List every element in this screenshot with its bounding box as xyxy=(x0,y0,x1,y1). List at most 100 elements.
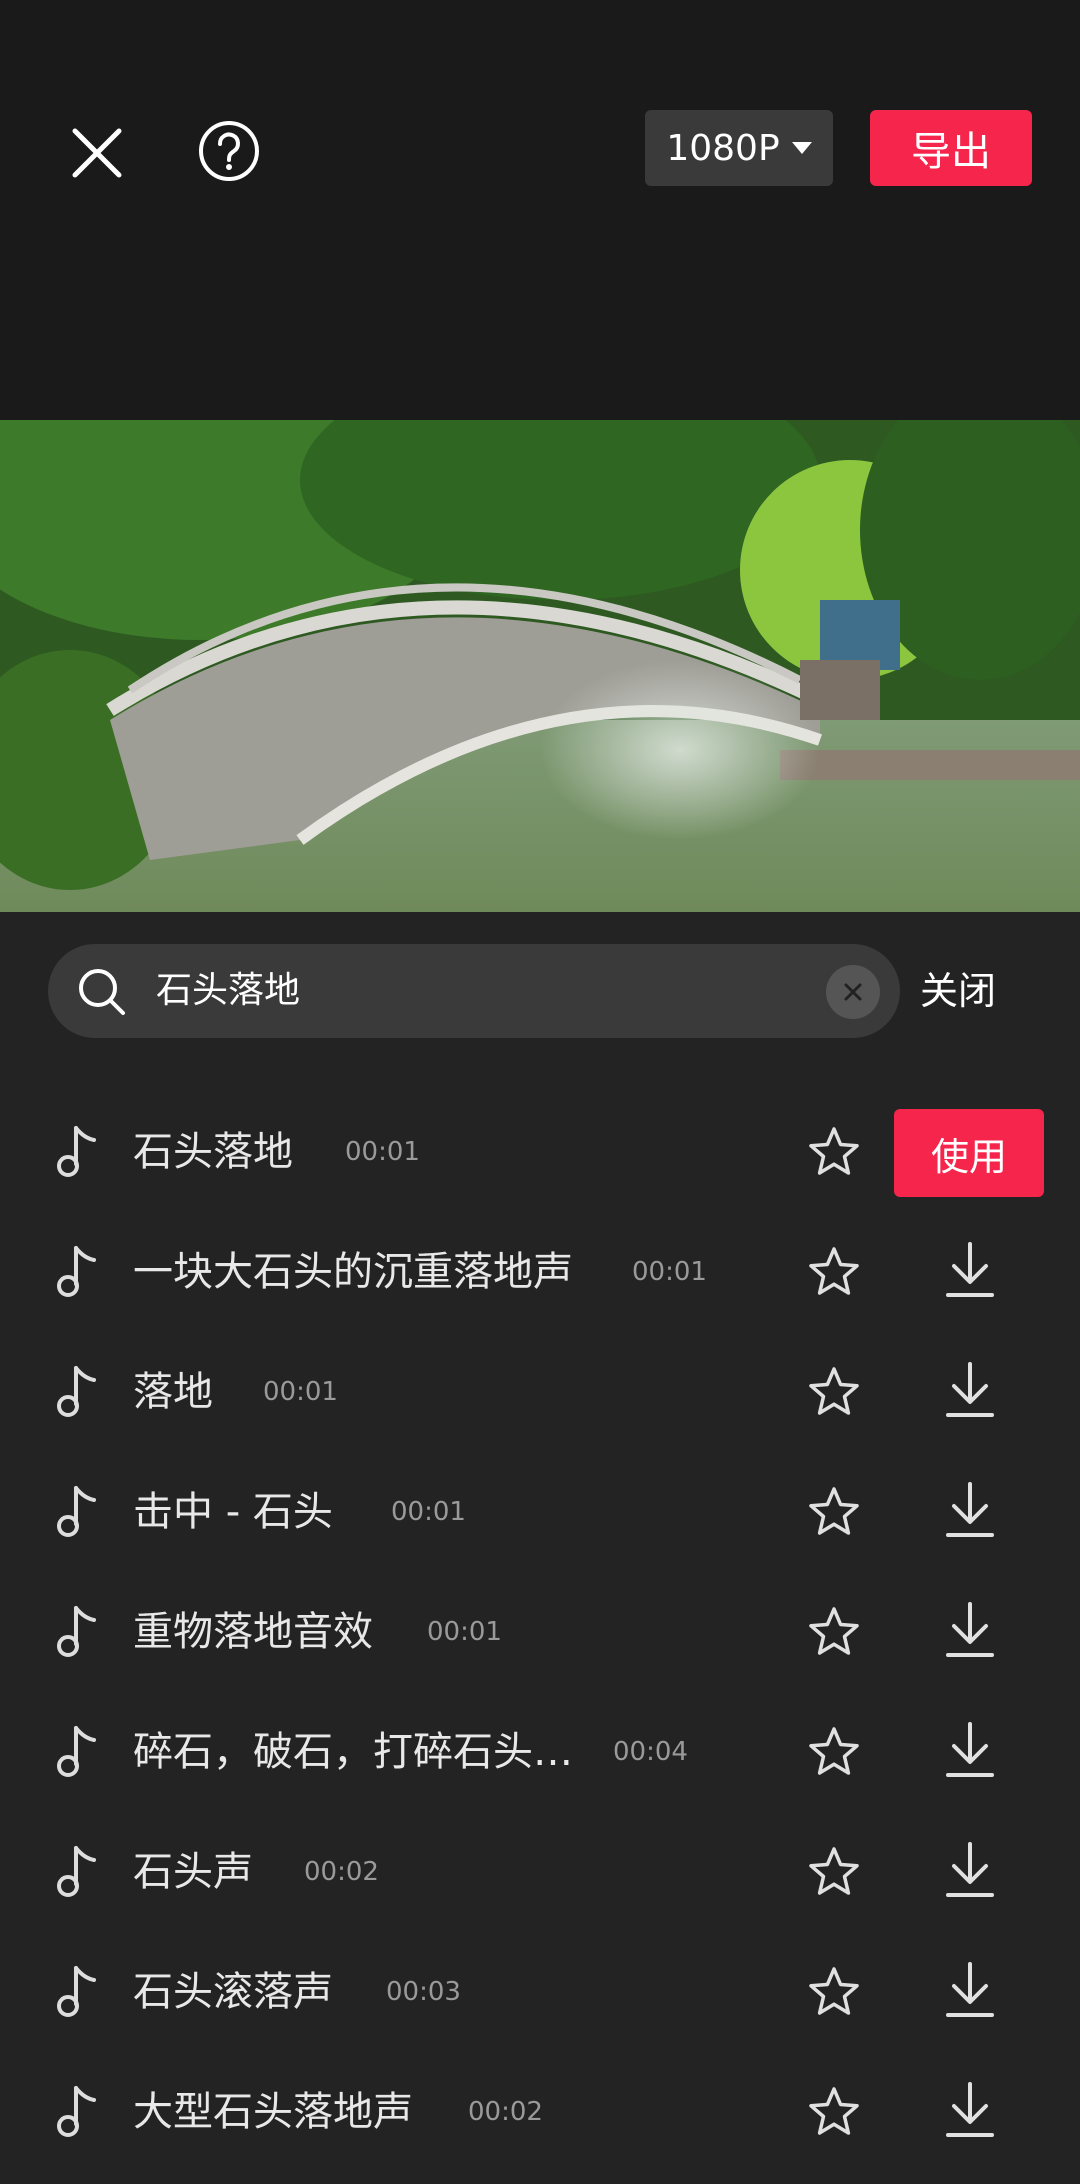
preview-image xyxy=(0,420,1080,912)
sound-duration: 00:01 xyxy=(263,1377,338,1407)
music-note-icon xyxy=(57,1366,96,1417)
download-icon xyxy=(946,1722,994,1777)
sound-title: 碎石，破石，打碎石头… xyxy=(133,1729,573,1775)
music-note-icon-wrap xyxy=(56,1124,100,1184)
download-button[interactable] xyxy=(944,1360,996,1424)
star-icon xyxy=(809,1847,859,1895)
list-item[interactable]: 石头声 00:02 xyxy=(0,1812,1080,1932)
music-note-icon xyxy=(57,1966,96,2017)
close-icon xyxy=(72,128,122,178)
sound-title: 石头声 xyxy=(133,1849,253,1895)
close-panel-button[interactable]: 关闭 xyxy=(920,944,996,1038)
list-item[interactable]: 重物落地音效 00:01 xyxy=(0,1572,1080,1692)
favorite-button[interactable] xyxy=(806,1604,862,1664)
star-icon xyxy=(809,1247,859,1295)
clear-search-button[interactable] xyxy=(826,965,880,1019)
sound-title: 一块大石头的沉重落地声 xyxy=(133,1249,573,1295)
sound-duration: 00:02 xyxy=(468,2097,543,2127)
music-note-icon xyxy=(57,1246,96,1297)
search-bar[interactable]: 石头落地 xyxy=(48,944,900,1038)
star-icon xyxy=(809,1967,859,2015)
list-item[interactable]: 石头落地 00:01 使用 xyxy=(0,1092,1080,1212)
use-button[interactable]: 使用 xyxy=(894,1109,1044,1197)
favorite-button[interactable] xyxy=(806,1124,862,1184)
list-item[interactable]: 落地 00:01 xyxy=(0,1332,1080,1452)
favorite-button[interactable] xyxy=(806,1844,862,1904)
top-bar: 1080P 导出 xyxy=(0,0,1080,420)
star-icon xyxy=(809,2087,859,2135)
search-input[interactable]: 石头落地 xyxy=(156,944,300,1038)
download-button[interactable] xyxy=(944,2080,996,2144)
download-button[interactable] xyxy=(944,1600,996,1664)
resolution-label: 1080P xyxy=(666,127,780,169)
download-icon xyxy=(946,1842,994,1897)
download-icon xyxy=(946,1482,994,1537)
favorite-button[interactable] xyxy=(806,1364,862,1424)
music-note-icon-wrap xyxy=(56,1484,100,1544)
download-icon xyxy=(946,1362,994,1417)
list-item[interactable]: 大型石头落地声 00:02 xyxy=(0,2052,1080,2172)
close-button[interactable] xyxy=(62,118,132,188)
clear-icon xyxy=(844,983,862,1001)
download-icon xyxy=(946,1602,994,1657)
star-icon xyxy=(809,1607,859,1655)
list-item[interactable]: 石头滚落声 00:03 xyxy=(0,1932,1080,2052)
favorite-button[interactable] xyxy=(806,1964,862,2024)
sound-duration: 00:03 xyxy=(386,1977,461,2007)
music-note-icon xyxy=(57,1846,96,1897)
video-preview xyxy=(0,420,1080,912)
music-note-icon-wrap xyxy=(56,1604,100,1664)
download-icon xyxy=(946,1962,994,2017)
music-note-icon-wrap xyxy=(56,2084,100,2144)
music-note-icon xyxy=(57,1606,96,1657)
music-note-icon-wrap xyxy=(56,1964,100,2024)
music-note-icon-wrap xyxy=(56,1364,100,1424)
sound-title: 石头落地 xyxy=(133,1129,293,1175)
list-item[interactable]: 一块大石头的沉重落地声 00:01 xyxy=(0,1212,1080,1332)
help-button[interactable] xyxy=(194,116,264,186)
download-icon xyxy=(946,2082,994,2137)
download-button[interactable] xyxy=(944,1960,996,2024)
star-icon xyxy=(809,1367,859,1415)
music-note-icon-wrap xyxy=(56,1244,100,1304)
music-note-icon xyxy=(57,1126,96,1177)
music-note-icon-wrap xyxy=(56,1724,100,1784)
sound-duration: 00:01 xyxy=(345,1137,420,1167)
sound-effects-panel: 石头落地 关闭 石头落地 00:01 使用一块大石头的沉重落地声 00:01 落地 00:… xyxy=(0,912,1080,2184)
help-icon xyxy=(199,121,259,181)
sound-title: 击中 - 石头 xyxy=(133,1489,333,1535)
sound-duration: 00:01 xyxy=(427,1617,502,1647)
download-button[interactable] xyxy=(944,1480,996,1544)
music-note-icon xyxy=(57,1726,96,1777)
download-button[interactable] xyxy=(944,1720,996,1784)
favorite-button[interactable] xyxy=(806,2084,862,2144)
star-icon xyxy=(809,1127,859,1175)
sound-title: 落地 xyxy=(133,1369,213,1415)
sound-duration: 00:01 xyxy=(632,1257,707,1287)
sound-duration: 00:02 xyxy=(304,1857,379,1887)
export-button[interactable]: 导出 xyxy=(870,110,1032,186)
star-icon xyxy=(809,1487,859,1535)
sound-title: 重物落地音效 xyxy=(133,1609,373,1655)
favorite-button[interactable] xyxy=(806,1484,862,1544)
chevron-down-icon xyxy=(791,142,812,154)
resolution-dropdown[interactable]: 1080P xyxy=(645,110,833,186)
favorite-button[interactable] xyxy=(806,1244,862,1304)
favorite-button[interactable] xyxy=(806,1724,862,1784)
sound-duration: 00:01 xyxy=(391,1497,466,1527)
search-icon xyxy=(79,969,125,1015)
list-item[interactable]: 碎石，破石，打碎石头… 00:04 xyxy=(0,1692,1080,1812)
list-item[interactable]: 击中 - 石头 00:01 xyxy=(0,1452,1080,1572)
music-note-icon xyxy=(57,1486,96,1537)
download-icon xyxy=(946,1242,994,1297)
download-button[interactable] xyxy=(944,1240,996,1304)
music-note-icon-wrap xyxy=(56,1844,100,1904)
star-icon xyxy=(809,1727,859,1775)
export-label: 导出 xyxy=(911,129,991,175)
download-button[interactable] xyxy=(944,1840,996,1904)
sound-duration: 00:04 xyxy=(613,1737,688,1767)
music-note-icon xyxy=(57,2086,96,2137)
use-label: 使用 xyxy=(930,1134,1007,1179)
result-list: 石头落地 00:01 使用 一块大石头的沉重落地声 00:01 落地 00:01 击中 - 石… xyxy=(0,1092,1080,2172)
sound-title: 大型石头落地声 xyxy=(133,2089,413,2135)
